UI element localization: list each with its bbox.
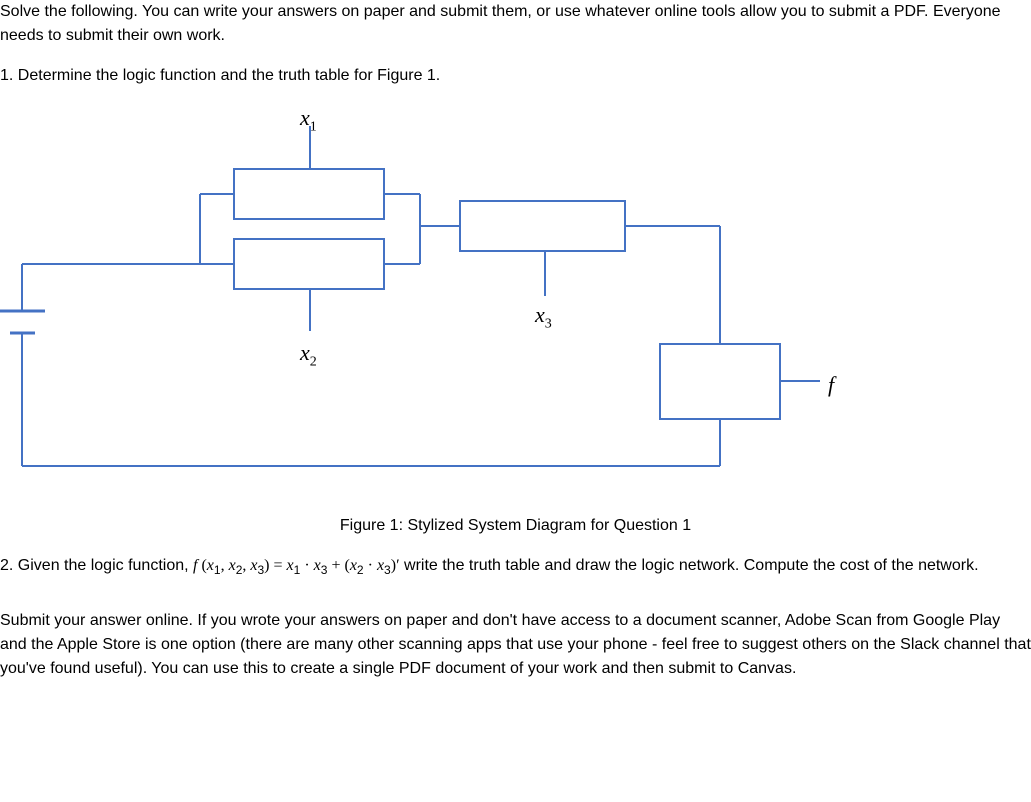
label-x3: x3: [535, 298, 552, 334]
question-1: 1. Determine the logic function and the …: [0, 64, 1031, 88]
footer-instructions: Submit your answer online. If you wrote …: [0, 609, 1031, 681]
intro-text: Solve the following. You can write your …: [0, 0, 1031, 48]
figure-caption: Figure 1: Stylized System Diagram for Qu…: [0, 514, 1031, 538]
label-x2: x2: [300, 336, 317, 372]
figure-1: x1 x2 x3 f: [0, 96, 1031, 506]
circuit-diagram: [0, 96, 1031, 506]
label-f: f: [828, 368, 834, 401]
question-2: 2. Given the logic function, f (x1, x2, …: [0, 554, 1031, 579]
label-x1: x1: [300, 101, 317, 137]
